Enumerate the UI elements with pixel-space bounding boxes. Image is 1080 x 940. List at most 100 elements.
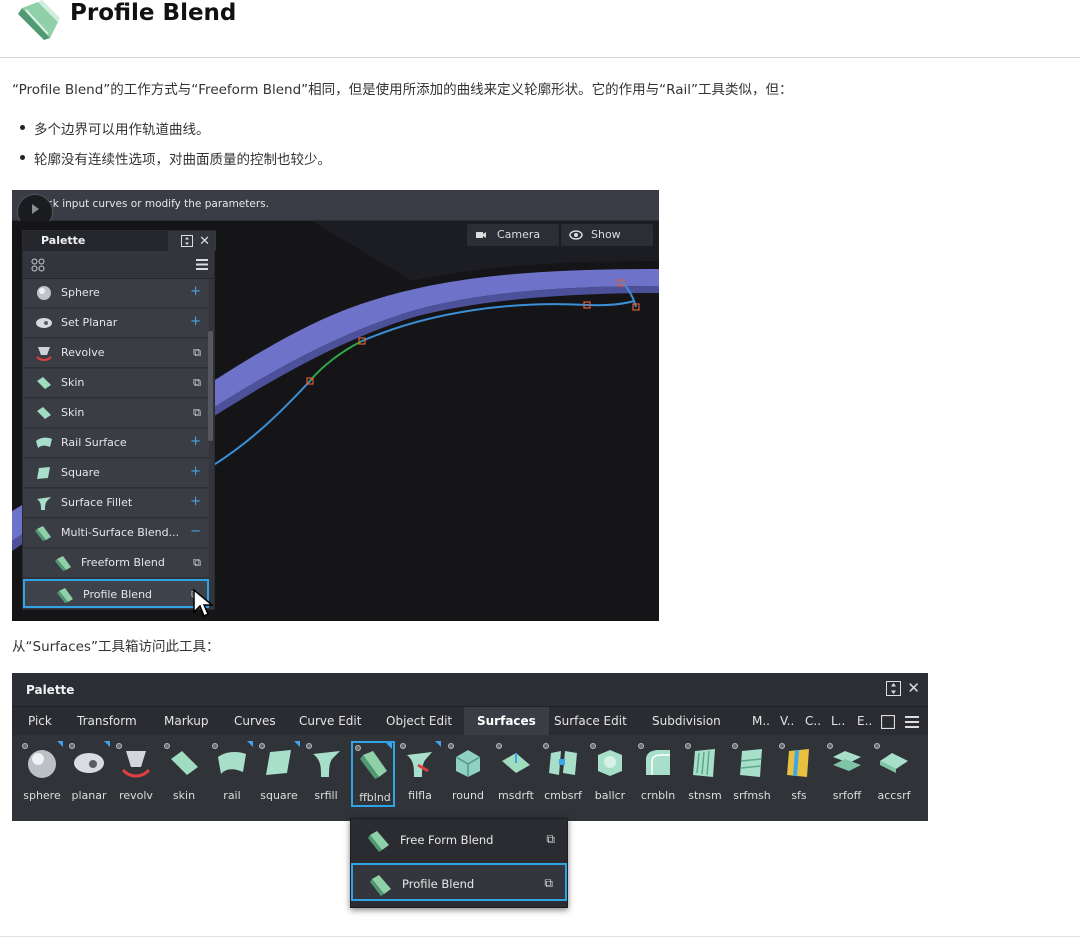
add-icon[interactable]: + [190,464,201,479]
tab-subdivision[interactable]: Subdivision [652,714,721,728]
caption-paragraph: 从“Surfaces”工具箱访问此工具： [12,639,220,655]
palette-item-sphere[interactable]: Sphere + [23,279,209,308]
palette-item-surface-fillet[interactable]: Surface Fillet + [23,489,209,518]
camera-label: Camera [497,228,541,241]
tool-crnbln[interactable]: crnbln [636,741,680,807]
tool-msdrft[interactable]: msdrft [494,741,538,807]
tool-ballcr[interactable]: ballcr [588,741,632,807]
dock-icon[interactable] [181,235,194,247]
tool-skin[interactable]: skin [162,741,206,807]
collapse-icon[interactable]: − [190,524,201,539]
viewport-screenshot: Pick input curves or modify the paramete… [12,190,659,621]
eye-icon [569,230,583,240]
palette-scrollbar[interactable] [208,331,213,441]
tool-stnsm[interactable]: stnsm [683,741,727,807]
close-icon[interactable]: ✕ [199,234,210,249]
profile-blend-icon [18,0,60,40]
palette-item-multi-surface-blend[interactable]: Multi-Surface Blend... − [23,519,209,548]
copy-icon[interactable]: ⧉ [544,876,553,891]
grid-view-icon[interactable] [31,258,45,272]
palette-title: Palette [41,234,86,247]
sfs-icon [787,749,809,777]
bullet-item: 多个边界可以用作轨道曲线。 [20,118,210,138]
prompt-bar: Pick input curves or modify the paramete… [12,190,659,221]
copy-icon[interactable]: ⧉ [193,406,201,420]
menu-item-free-form-blend[interactable]: Free Form Blend ⧉ [351,821,567,859]
tab-curve-edit[interactable]: Curve Edit [299,714,361,728]
palette-item-skin[interactable]: Skin ⧉ [23,369,209,398]
surface-mesh-icon [740,749,762,777]
palette-item-profile-blend[interactable]: Profile Blend ⧉ [23,579,209,608]
revolve-icon [36,347,52,361]
rail-surface-icon [218,752,246,774]
tab-surfaces[interactable]: Surfaces [464,707,549,735]
palette-item-skin[interactable]: Skin ⧉ [23,399,209,428]
freeform-blend-icon [55,556,71,571]
tool-sfs[interactable]: sfs [777,741,821,807]
copy-icon[interactable]: ⧉ [546,832,555,847]
palette-item-freeform-blend[interactable]: Freeform Blend ⧉ [23,549,209,578]
tab-curves[interactable]: Curves [234,714,276,728]
menu-icon[interactable] [905,716,919,728]
skin-icon [171,751,198,775]
tool-round[interactable]: round [446,741,490,807]
tab-e[interactable]: E.. [857,714,872,728]
square-icon [266,750,291,775]
dock-icon[interactable] [886,680,902,696]
tab-surface-edit[interactable]: Surface Edit [554,714,627,728]
stitch-icon [693,749,715,777]
add-icon[interactable]: + [190,284,201,299]
play-icon [32,204,39,214]
add-icon[interactable]: + [190,434,201,449]
tab-m[interactable]: M.. [752,714,770,728]
tab-transform[interactable]: Transform [77,714,137,728]
tool-accsrf[interactable]: accsrf [872,741,916,807]
palette-header: Palette ✕ [23,231,216,251]
square-view-icon[interactable] [881,715,895,729]
camera-button[interactable]: Camera [467,224,559,246]
skin-icon [37,407,51,419]
copy-icon[interactable]: ⧉ [193,556,201,570]
tab-c[interactable]: C.. [805,714,821,728]
surface-offset-icon [833,751,861,771]
tool-filfla[interactable]: filfla [398,741,442,807]
tool-ffblnd[interactable]: ffblnd [351,741,395,807]
palette-panel: Palette ✕ Sphere + Set Planar + Revolve … [22,230,216,610]
menu-icon[interactable] [196,259,208,270]
page-header: Profile Blend [0,0,1080,58]
tool-srfoff[interactable]: srfoff [825,741,869,807]
menu-item-profile-blend[interactable]: Profile Blend ⧉ [351,863,567,901]
palette-tabs: Pick Transform Markup Curves Curve Edit … [12,707,928,735]
tool-revolv[interactable]: revolv [114,741,158,807]
tab-v[interactable]: V.. [780,714,794,728]
tool-cmbsrf[interactable]: cmbsrf [541,741,585,807]
add-icon[interactable]: + [190,494,201,509]
tab-object-edit[interactable]: Object Edit [386,714,452,728]
tool-planar[interactable]: planar [67,741,111,807]
ball-corner-icon [598,750,622,776]
close-icon[interactable]: ✕ [907,679,920,697]
tool-sphere[interactable]: sphere [20,741,64,807]
sphere-icon [28,750,56,778]
tool-srfmsh[interactable]: srfmsh [730,741,774,807]
palette-item-rail-surface[interactable]: Rail Surface + [23,429,209,458]
tab-markup[interactable]: Markup [164,714,208,728]
intro-paragraph: “Profile Blend”的工作方式与“Freeform Blend”相同，… [12,82,793,98]
tab-l[interactable]: L.. [831,714,845,728]
palette-item-revolve[interactable]: Revolve ⧉ [23,339,209,368]
tool-srfill[interactable]: srfill [304,741,348,807]
add-icon[interactable]: + [190,314,201,329]
tool-rail[interactable]: rail [210,741,254,807]
copy-icon[interactable]: ⧉ [193,346,201,360]
tool-square[interactable]: square [257,741,301,807]
draft-icon [502,753,530,773]
camera-icon [476,232,486,238]
palette-title: Palette [26,683,75,697]
tab-pick[interactable]: Pick [28,714,52,728]
profile-blend-icon [370,875,391,896]
palette-item-set-planar[interactable]: Set Planar + [23,309,209,338]
revolve-icon [121,751,151,778]
palette-item-square[interactable]: Square + [23,459,209,488]
copy-icon[interactable]: ⧉ [193,376,201,390]
show-button[interactable]: Show [561,224,653,246]
